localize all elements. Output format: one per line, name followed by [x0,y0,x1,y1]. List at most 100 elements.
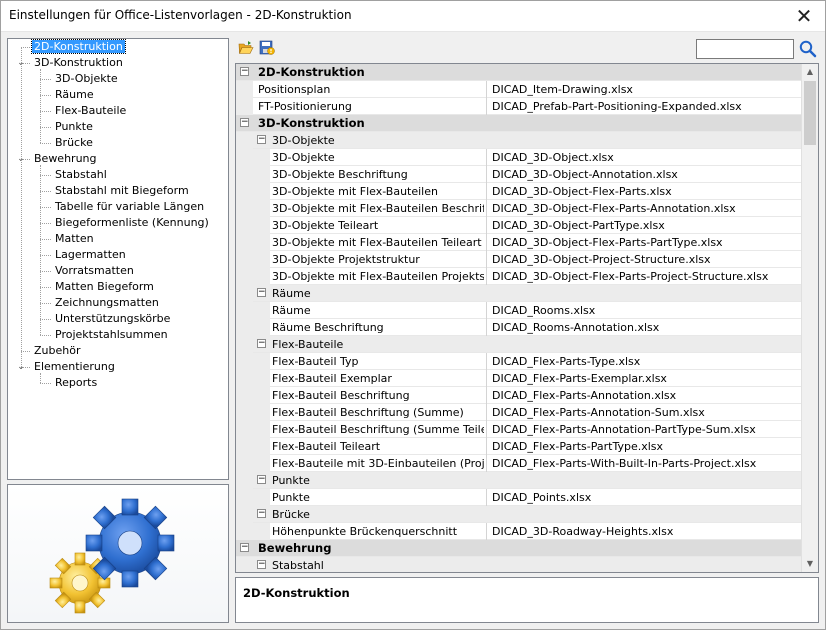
property-grid[interactable]: −2D-Konstruktion Positionsplan DICAD_Item-… [235,63,819,573]
property-value[interactable]: DICAD_Flex-Parts-PartType.xlsx [492,438,800,455]
tree-item[interactable]: 3D-Konstruktion [32,55,125,71]
grid-subcategory-row[interactable]: − Flex-Bauteile [236,336,802,353]
collapse-icon[interactable]: − [257,560,266,569]
tree-item[interactable]: Räume [53,87,96,103]
grid-property-row[interactable]: Positionsplan DICAD_Item-Drawing.xlsx [236,81,802,98]
tree-item[interactable]: Unterstützungskörbe [53,311,172,327]
property-value[interactable]: DICAD_Flex-Parts-Annotation.xlsx [492,387,800,404]
tree-item[interactable]: Reports [53,375,99,391]
property-name: Flex-Bauteil Typ [272,355,359,368]
grid-property-row[interactable]: 3D-Objekte DICAD_3D-Object.xlsx [236,149,802,166]
vertical-scrollbar[interactable]: ▲ ▼ [801,64,818,572]
grid-property-row[interactable]: Höhenpunkte Brückenquerschnitt DICAD_3D-R… [236,523,802,540]
property-value[interactable]: DICAD_Flex-Parts-Annotation-Sum.xlsx [492,404,800,421]
collapse-icon[interactable]: − [257,339,266,348]
grid-property-row[interactable]: 3D-Objekte Teileart DICAD_3D-Object-PartT… [236,217,802,234]
grid-property-row[interactable]: Flex-Bauteil Exemplar DICAD_Flex-Parts-Ex… [236,370,802,387]
property-value[interactable]: DICAD_Points.xlsx [492,489,800,506]
property-name: Räume Beschriftung [272,321,384,334]
grid-property-row[interactable]: 3D-Objekte mit Flex-Bauteilen Beschriftu… [236,200,802,217]
category-tree[interactable]: 2D-Konstruktion 3D-Konstruktion ⌄ 3D-Objekt… [7,38,229,480]
collapse-icon[interactable]: − [240,543,249,552]
grid-property-row[interactable]: 3D-Objekte mit Flex-Bauteilen Teileart DI… [236,234,802,251]
collapse-icon[interactable]: − [257,288,266,297]
tree-item[interactable]: Stabstahl [53,167,109,183]
grid-subcategory-row[interactable]: − Stabstahl [236,557,802,572]
tree-item[interactable]: Biegeformenliste (Kennung) [53,215,211,231]
property-value[interactable]: DICAD_Item-Drawing.xlsx [492,81,800,98]
search-input[interactable] [696,39,794,59]
property-value[interactable]: DICAD_Rooms-Annotation.xlsx [492,319,800,336]
property-value[interactable]: DICAD_3D-Object-Annotation.xlsx [492,166,800,183]
property-value[interactable]: DICAD_Flex-Parts-Type.xlsx [492,353,800,370]
property-value[interactable]: DICAD_Flex-Parts-Annotation-PartType-Sum… [492,421,800,438]
grid-property-row[interactable]: Flex-Bauteil Teileart DICAD_Flex-Parts-Pa… [236,438,802,455]
grid-property-row[interactable]: 3D-Objekte mit Flex-Bauteilen DICAD_3D-Ob… [236,183,802,200]
tree-item[interactable]: Zubehör [32,343,82,359]
property-value[interactable]: DICAD_Flex-Parts-Exemplar.xlsx [492,370,800,387]
grid-property-row[interactable]: Flex-Bauteil Beschriftung DICAD_Flex-Part… [236,387,802,404]
grid-category-row[interactable]: −2D-Konstruktion [236,64,802,81]
grid-property-row[interactable]: 3D-Objekte mit Flex-Bauteilen Projektstr… [236,268,802,285]
grid-category-row[interactable]: −3D-Konstruktion [236,115,802,132]
grid-property-row[interactable]: Räume DICAD_Rooms.xlsx [236,302,802,319]
search-icon[interactable] [798,39,818,59]
property-value[interactable]: DICAD_3D-Object-Flex-Parts-PartType.xlsx [492,234,800,251]
tree-item[interactable]: Bewehrung [32,151,99,167]
grid-subcategory-row[interactable]: − Punkte [236,472,802,489]
grid-property-row[interactable]: Flex-Bauteil Beschriftung (Summe) DICAD_F… [236,404,802,421]
tree-item[interactable]: Brücke [53,135,95,151]
tree-item[interactable]: Tabelle für variable Längen [53,199,206,215]
close-icon[interactable]: ✕ [792,4,816,28]
property-value[interactable]: DICAD_3D-Object-Project-Structure.xlsx [492,251,800,268]
grid-property-row[interactable]: 3D-Objekte Beschriftung DICAD_3D-Object-A… [236,166,802,183]
tree-item[interactable]: Zeichnungsmatten [53,295,161,311]
folder-open-icon[interactable] [238,40,254,56]
tree-item[interactable]: Vorratsmatten [53,263,136,279]
property-value[interactable]: DICAD_3D-Roadway-Heights.xlsx [492,523,800,540]
collapse-icon[interactable]: − [240,67,249,76]
property-name: Flex-Bauteil Teileart [272,440,381,453]
tree-item[interactable]: Stabstahl mit Biegeform [53,183,191,199]
property-value[interactable]: DICAD_3D-Object-PartType.xlsx [492,217,800,234]
property-value[interactable]: DICAD_Prefab-Part-Positioning-Expanded.x… [492,98,800,115]
save-icon[interactable] [259,40,275,56]
tree-item[interactable]: Flex-Bauteile [53,103,128,119]
property-value[interactable]: DICAD_3D-Object.xlsx [492,149,800,166]
scroll-thumb[interactable] [804,81,816,145]
collapse-icon[interactable]: − [257,475,266,484]
grid-property-row[interactable]: Flex-Bauteil Typ DICAD_Flex-Parts-Type.xl… [236,353,802,370]
tree-item[interactable]: 3D-Objekte [53,71,120,87]
grid-category-row[interactable]: − Bewehrung [236,540,802,557]
tree-item[interactable]: Matten Biegeform [53,279,156,295]
property-name: FT-Positionierung [258,100,352,113]
grid-property-row[interactable]: Flex-Bauteil Beschriftung (Summe Teilear… [236,421,802,438]
property-value[interactable]: DICAD_3D-Object-Flex-Parts.xlsx [492,183,800,200]
grid-property-row[interactable]: Flex-Bauteile mit 3D-Einbauteilen (Proje… [236,455,802,472]
grid-property-row[interactable]: 3D-Objekte Projektstruktur DICAD_3D-Objec… [236,251,802,268]
collapse-icon[interactable]: − [257,135,266,144]
property-value[interactable]: DICAD_3D-Object-Flex-Parts-Project-Struc… [492,268,800,285]
grid-subcategory-row[interactable]: − Brücke [236,506,802,523]
property-value[interactable]: DICAD_3D-Object-Flex-Parts-Annotation.xl… [492,200,800,217]
tree-item[interactable]: 2D-Konstruktion [31,39,126,55]
property-value[interactable]: DICAD_Rooms.xlsx [492,302,800,319]
collapse-icon[interactable]: − [240,118,249,127]
tree-item-label: Punkte [55,120,93,133]
tree-item[interactable]: Punkte [53,119,95,135]
grid-property-row[interactable]: Punkte DICAD_Points.xlsx [236,489,802,506]
property-value[interactable]: DICAD_Flex-Parts-With-Built-In-Parts-Pro… [492,455,800,472]
grid-subcategory-row[interactable]: −3D-Objekte [236,132,802,149]
grid-property-row[interactable]: FT-Positionierung DICAD_Prefab-Part-Posit… [236,98,802,115]
tree-item[interactable]: Matten [53,231,96,247]
tree-item[interactable]: Elementierung [32,359,117,375]
grid-property-row[interactable]: Räume Beschriftung DICAD_Rooms-Annotation… [236,319,802,336]
scroll-down-icon[interactable]: ▼ [802,556,818,572]
collapse-icon[interactable]: − [257,509,266,518]
tree-item[interactable]: Lagermatten [53,247,128,263]
tree-item-label: Tabelle für variable Längen [55,200,205,213]
grid-subcategory-label: 3D-Objekte [272,134,335,147]
grid-subcategory-row[interactable]: − Räume [236,285,802,302]
tree-item[interactable]: Projektstahlsummen [53,327,170,343]
scroll-up-icon[interactable]: ▲ [802,64,818,80]
